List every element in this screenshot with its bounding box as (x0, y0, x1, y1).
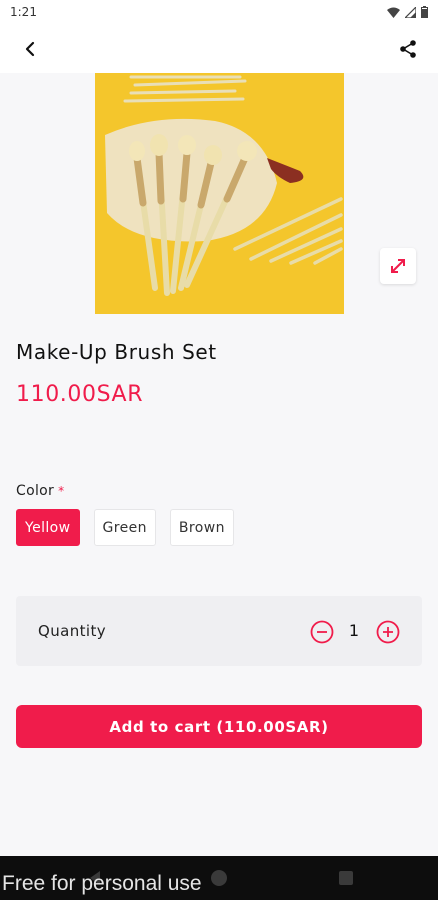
quantity-label: Quantity (38, 622, 107, 640)
quantity-decrease-button[interactable] (310, 620, 334, 644)
product-title: Make-Up Brush Set (16, 340, 217, 364)
watermark-text: Free for personal use (2, 872, 202, 895)
signal-icon (405, 6, 416, 18)
share-icon (400, 40, 416, 58)
expand-image-button[interactable] (380, 248, 416, 284)
nav-recent-icon[interactable] (339, 871, 353, 885)
color-option-brown[interactable]: Brown (169, 509, 234, 546)
color-option-yellow[interactable]: Yellow (16, 509, 80, 546)
color-label: Color * (16, 483, 64, 499)
status-icons (387, 6, 428, 18)
brush-set-illustration (95, 73, 344, 314)
color-label-text: Color (16, 483, 55, 499)
quantity-value: 1 (348, 621, 360, 640)
wifi-icon (387, 7, 400, 18)
expand-icon (391, 259, 405, 273)
app-bar (0, 24, 438, 73)
arrow-back-icon (25, 41, 35, 57)
status-time: 1:21 (10, 5, 37, 19)
battery-icon (421, 6, 428, 18)
nav-home-icon[interactable] (211, 870, 227, 886)
product-price: 110.00SAR (16, 382, 144, 407)
add-to-cart-button[interactable]: Add to cart (110.00SAR) (16, 705, 422, 748)
quantity-increase-button[interactable] (376, 620, 400, 644)
back-button[interactable] (17, 36, 43, 62)
required-mark: * (58, 484, 65, 498)
status-bar: 1:21 (0, 0, 438, 24)
product-image[interactable] (95, 73, 344, 314)
share-button[interactable] (395, 36, 421, 62)
color-option-green[interactable]: Green (93, 509, 156, 546)
color-options: Yellow Green Brown (16, 509, 234, 546)
quantity-card: Quantity 1 (16, 596, 422, 666)
